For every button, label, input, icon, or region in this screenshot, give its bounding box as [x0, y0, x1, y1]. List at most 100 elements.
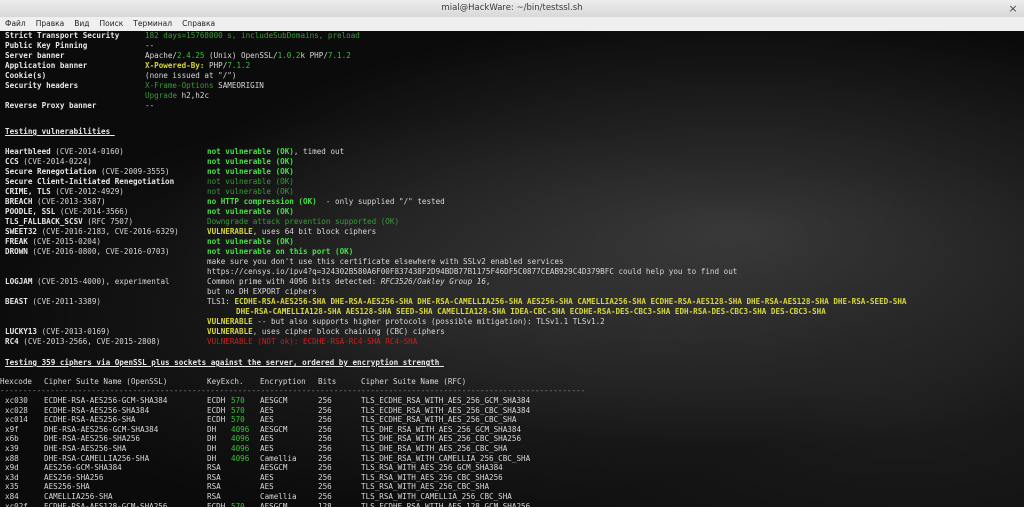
cipher-hexcode: xc028 — [5, 405, 28, 415]
cipher-suite-name: AES256-SHA256 — [44, 472, 104, 482]
cipher-bits: 256 — [318, 434, 332, 444]
cipher-encryption: Camellia — [260, 492, 297, 501]
cipher-hexcode: x3d — [5, 472, 19, 482]
cipher-bits: 256 — [318, 415, 332, 425]
vuln-name: Secure Renegotiation — [5, 167, 97, 176]
vuln-fallback-result: Downgrade attack prevention supported (O… — [207, 217, 400, 226]
cipher-keyexch: ECDH — [207, 396, 226, 405]
cipher-bits: 256 — [318, 482, 332, 492]
cipher-hexcode: xc030 — [5, 396, 28, 405]
cipher-suite-name: ECDHE-RSA-AES128-GCM-SHA256 — [44, 501, 168, 507]
cipher-hexcode: x9d — [5, 463, 19, 473]
cipher-keyexch-bits: 4096 — [231, 424, 250, 434]
vuln-name: LOGJAM — [5, 277, 33, 286]
vuln-name: FREAK — [5, 237, 28, 246]
hpkp-label: Public Key Pinning — [5, 41, 88, 50]
cipher-hexcode: x88 — [5, 453, 19, 463]
title-bar[interactable]: mial@HackWare: ~/bin/testssl.sh × — [0, 0, 1024, 17]
cipher-bits: 256 — [318, 472, 332, 482]
menu-edit[interactable]: Правка — [31, 17, 70, 31]
security-headers-label: Security headers — [5, 81, 79, 90]
cipher-encryption: AES — [260, 482, 274, 492]
cipher-suite-name: AES256-GCM-SHA384 — [44, 463, 122, 473]
vuln-name: DROWN — [5, 247, 28, 256]
vuln-name: Heartbleed — [5, 147, 51, 156]
cipher-bits: 256 — [318, 453, 332, 463]
cipher-encryption: AES — [260, 444, 274, 453]
vuln-name: TLS_FALLBACK_SCSV — [5, 217, 83, 226]
cipher-suite-name: DHE-RSA-AES256-SHA — [44, 444, 127, 453]
vuln-result: VULNERABLE — [207, 327, 253, 336]
vuln-client-reneg-result: not vulnerable (OK) — [207, 177, 294, 186]
menu-view[interactable]: Вид — [69, 17, 94, 31]
vuln-result: VULNERABLE — [207, 317, 253, 326]
vuln-fallback: TLS_FALLBACK_SCSV (RFC 7507) — [5, 217, 133, 227]
menu-bar: Файл Правка Вид Поиск Терминал Справка — [0, 17, 1024, 32]
vuln-client-reneg: Secure Client-Initiated Renegotiation — [5, 177, 175, 186]
beast-protocol: TLS1: — [207, 297, 235, 306]
vuln-cve: (CVE-2014-3566) — [55, 207, 129, 216]
menu-help[interactable]: Справка — [177, 17, 220, 31]
cookies-value: (none issued at "/") — [145, 71, 237, 80]
vuln-lucky13-result: VULNERABLE, uses cipher block chaining (… — [207, 327, 445, 337]
vuln-crime: CRIME, TLS (CVE-2012-4929) — [5, 187, 124, 197]
security-headers-value: X-Frame-Options SAMEORIGIN — [145, 81, 264, 91]
menu-terminal[interactable]: Терминал — [128, 17, 177, 31]
vuln-lucky13: LUCKY13 (CVE-2013-0169) — [5, 327, 110, 337]
cipher-rfc-name: TLS_RSA_WITH_AES_256_GCM_SHA384 — [361, 463, 503, 473]
reverse-proxy-label: Reverse Proxy banner — [5, 101, 97, 110]
cipher-hexcode: x9f — [5, 424, 19, 434]
cipher-rfc-name: TLS_ECDHE_RSA_WITH_AES_128_GCM_SHA256 — [361, 501, 531, 507]
cipher-test-heading: Testing 359 ciphers via OpenSSL plus soc… — [5, 358, 444, 367]
app-banner-php: PHP/ — [209, 61, 228, 70]
vuln-breach: BREACH (CVE-2013-3587) — [5, 197, 106, 207]
vuln-name: POODLE, SSL — [5, 207, 56, 216]
cipher-keyexch: RSA — [207, 472, 221, 482]
server-banner-part: Apache/ — [145, 51, 178, 60]
vuln-name: RC4 — [5, 337, 19, 346]
vuln-cve: (CVE-2013-2566, CVE-2015-2808) — [18, 337, 161, 346]
cipher-keyexch-bits: 570 — [231, 415, 245, 425]
cipher-keyexch: RSA — [207, 492, 221, 501]
vuln-cve: (CVE-2014-0224) — [18, 157, 92, 166]
server-banner-part: (Unix) OpenSSL/ — [204, 51, 278, 60]
vuln-sweet32-result: VULNERABLE, uses 64 bit block ciphers — [207, 227, 376, 237]
cipher-rfc-name: TLS_RSA_WITH_AES_256_CBC_SHA — [361, 482, 490, 492]
close-icon[interactable]: × — [1006, 0, 1020, 17]
vuln-beast: BEAST (CVE-2011-3389) — [5, 297, 101, 307]
vuln-secure-reneg: Secure Renegotiation (CVE-2009-3555) — [5, 167, 170, 177]
window-title: mial@HackWare: ~/bin/testssl.sh — [441, 3, 583, 13]
menu-search[interactable]: Поиск — [95, 17, 129, 31]
cipher-encryption: AES — [260, 472, 274, 482]
cipher-suite-name: ECDHE-RSA-AES256-SHA — [44, 415, 136, 425]
cipher-encryption: AES — [260, 434, 274, 444]
vuln-freak: FREAK (CVE-2015-0204) — [5, 237, 101, 247]
table-divider: ----------------------------------------… — [0, 386, 586, 395]
logjam-text: Common prime with 4096 bits detected: — [207, 277, 381, 286]
vuln-heartbleed: Heartbleed (CVE-2014-0160) — [5, 147, 124, 157]
vuln-drown-note: make sure you don't use this certificate… — [207, 257, 564, 266]
vuln-logjam-note: but no DH EXPORT ciphers — [207, 287, 317, 296]
vuln-extra: - only supplied "/" tested — [316, 197, 445, 206]
menu-file[interactable]: Файл — [0, 17, 31, 31]
app-banner-version: 7.1.2 — [227, 61, 251, 70]
hsts-value: 182 days=15768000 s, includeSubDomains, … — [145, 31, 360, 40]
cipher-suite-name: DHE-RSA-CAMELLIA256-SHA — [44, 453, 150, 463]
vuln-cve: (CVE-2009-3555) — [96, 167, 170, 176]
app-banner-header: X-Powered-By: — [145, 61, 210, 70]
cipher-bits: 128 — [318, 501, 332, 507]
server-banner-version: 1.0.2 — [277, 51, 301, 60]
cipher-keyexch-bits: 570 — [231, 501, 245, 507]
vuln-drown-link[interactable]: https://censys.io/ipv4?q=324302B580A6F00… — [207, 267, 737, 277]
terminal-output[interactable]: Strict Transport Security 182 days=15768… — [0, 31, 1024, 507]
vuln-logjam-result: Common prime with 4096 bits detected: RF… — [207, 277, 490, 287]
vuln-poodle: POODLE, SSL (CVE-2014-3566) — [5, 207, 128, 217]
logjam-comma: , — [485, 277, 491, 286]
cipher-suite-name: CAMELLIA256-SHA — [44, 492, 113, 501]
vuln-ccs-result: not vulnerable (OK) — [207, 157, 294, 166]
vuln-name: BEAST — [5, 297, 28, 306]
vuln-extra: -- but also supports higher protocols (p… — [252, 317, 605, 326]
cipher-bits: 256 — [318, 424, 332, 434]
cipher-suite-name: ECDHE-RSA-AES256-GCM-SHA384 — [44, 396, 168, 405]
vuln-cve: (CVE-2013-0169) — [37, 327, 111, 336]
